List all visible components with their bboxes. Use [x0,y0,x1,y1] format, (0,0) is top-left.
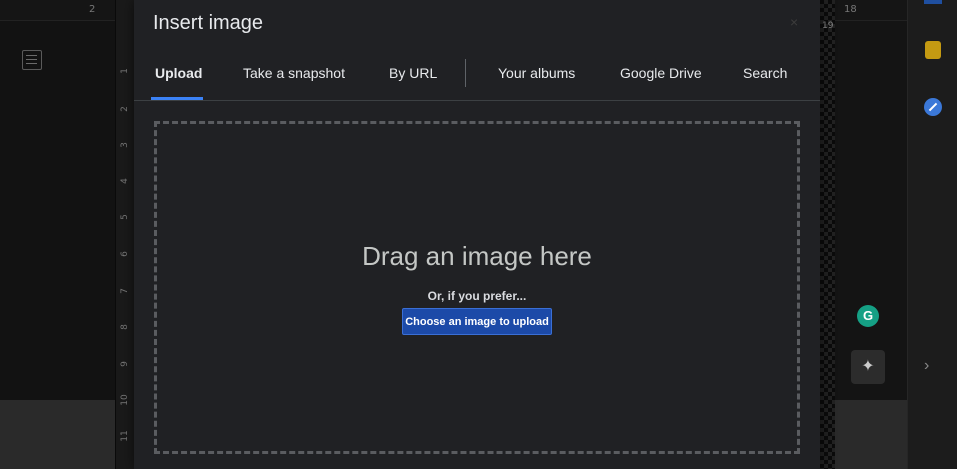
active-tab-indicator [151,97,203,100]
ruler-number: 11 [120,430,130,442]
tab-search[interactable]: Search [743,65,787,81]
tab-take-a-snapshot[interactable]: Take a snapshot [243,65,345,81]
document-right-margin [835,0,907,400]
insert-image-dialog: Insert image × Upload Take a snapshot By… [134,0,820,469]
ruler-number: 19 [822,21,834,31]
ruler-number: 1 [120,68,130,74]
upload-dropzone[interactable]: Drag an image here Or, if you prefer... … [154,121,800,454]
document-right-lower [835,400,907,469]
calendar-icon[interactable] [924,0,942,4]
tab-by-url[interactable]: By URL [389,65,437,81]
ruler-number: 6 [120,251,130,257]
vertical-ruler: 1 2 3 4 5 6 7 8 9 10 11 [115,0,136,469]
grammarly-icon[interactable]: G [857,305,879,327]
app-window: 2 1 2 3 4 5 6 7 8 9 10 11 19 18 G ✦ › In… [0,0,957,469]
horizontal-ruler-right: 18 [835,0,907,21]
side-panel [907,0,957,469]
explore-icon[interactable]: ✦ [851,350,885,384]
ruler-number: 3 [120,142,130,148]
page-edge-pattern: 19 [820,0,835,469]
document-left-lower [0,400,115,469]
ruler-number: 18 [844,4,857,15]
document-left-margin [0,0,116,400]
tab-upload[interactable]: Upload [155,65,202,81]
drag-instruction: Drag an image here [362,241,592,271]
ruler-number: 4 [120,178,130,184]
alternative-instruction: Or, if you prefer... [427,289,527,303]
ruler-number: 5 [120,214,130,220]
ruler-number: 9 [120,361,130,367]
choose-image-button[interactable]: Choose an image to upload [402,308,552,335]
document-outline-icon[interactable] [22,50,42,70]
close-icon[interactable]: × [790,14,798,30]
keep-icon[interactable] [925,41,941,59]
chevron-right-icon[interactable]: › [924,357,929,375]
tab-bar: Upload Take a snapshot By URL Your album… [134,55,820,101]
ruler-number: 2 [120,106,130,112]
ruler-number: 10 [120,394,130,406]
ruler-number: 2 [89,4,96,15]
ruler-number: 8 [120,324,130,330]
tab-google-drive[interactable]: Google Drive [620,65,702,81]
dialog-title: Insert image [153,12,264,34]
ruler-number: 7 [120,288,130,294]
tab-your-albums[interactable]: Your albums [498,65,575,81]
tasks-icon[interactable] [924,98,942,116]
tab-divider [465,59,466,87]
horizontal-ruler-left: 2 [0,0,115,21]
